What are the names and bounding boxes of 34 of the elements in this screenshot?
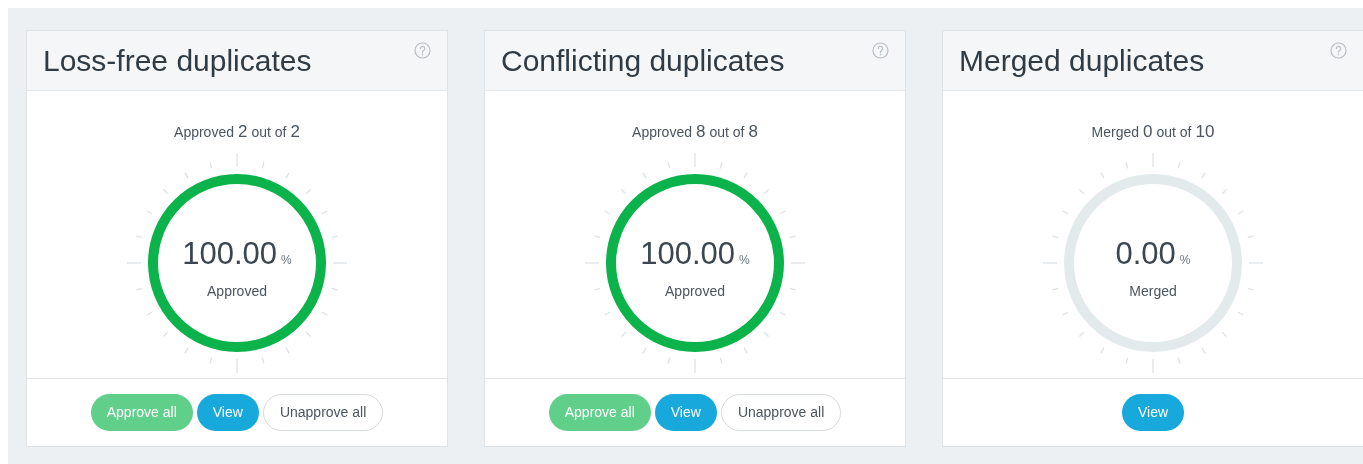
card-title: Loss-free duplicates — [43, 43, 312, 79]
unapprove-button[interactable]: Unapprove all — [262, 394, 384, 431]
gauge-caption: Approved — [665, 282, 725, 302]
view-button[interactable]: View — [654, 394, 717, 431]
summary-label: out of — [1156, 123, 1192, 142]
gauge-caption: Merged — [1129, 282, 1177, 302]
gauge-caption: Approved — [207, 282, 267, 302]
gauge-value: 100.00 — [640, 234, 736, 273]
approve-button[interactable]: Approve all — [548, 394, 651, 431]
help-icon[interactable] — [1330, 42, 1347, 59]
summary-count: 10 — [1195, 121, 1215, 143]
approve-button[interactable]: Approve all — [90, 394, 193, 431]
summary-count: 2 — [238, 121, 248, 143]
help-icon[interactable] — [872, 42, 889, 59]
gauge-unit: % — [739, 251, 750, 269]
summary-label: out of — [251, 123, 287, 142]
gauge-value: 100.00 — [182, 234, 278, 273]
summary-label: Approved — [174, 123, 234, 142]
card-title: Merged duplicates — [959, 43, 1205, 79]
gauge-unit: % — [281, 251, 292, 269]
gauge-value: 0.00 — [1115, 234, 1176, 273]
summary-count: 2 — [290, 121, 300, 143]
summary-count: 8 — [696, 121, 706, 143]
summary-label: Approved — [632, 123, 692, 142]
summary-count: 0 — [1143, 121, 1153, 143]
summary-label: out of — [709, 123, 745, 142]
view-button[interactable]: View — [196, 394, 259, 431]
summary-count: 8 — [748, 121, 758, 143]
view-button[interactable]: View — [1121, 394, 1185, 431]
help-icon[interactable] — [414, 42, 431, 59]
card-title: Conflicting duplicates — [501, 43, 785, 79]
summary-label: Merged — [1091, 123, 1139, 142]
unapprove-button[interactable]: Unapprove all — [720, 394, 842, 431]
gauge-unit: % — [1179, 251, 1191, 269]
